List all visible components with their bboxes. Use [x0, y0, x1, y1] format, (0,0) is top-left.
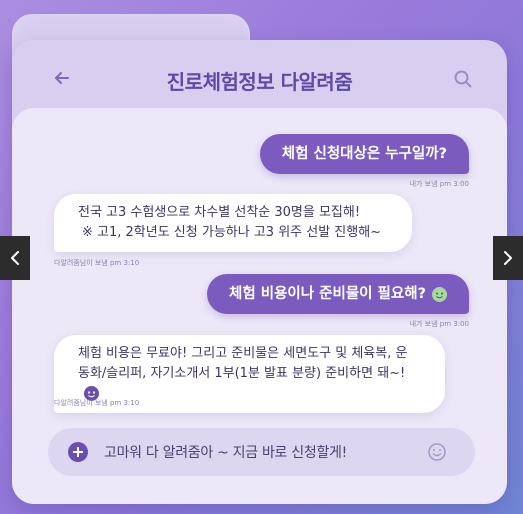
message-input[interactable]: 고마워 다 알려줌아 ~ 지금 바로 신청할게! [104, 442, 347, 462]
message-meta: 다알려줌님이 보냄 pm 3:10 [54, 259, 140, 267]
message-meta: 내가 보냄 pm 3:00 [409, 320, 469, 328]
page-title: 진로체험정보 다알려줌 [166, 70, 353, 94]
received-message-bubble: 전국 고3 수험생으로 차수별 선착순 30명을 모집해! ※ 고1, 2학년도… [54, 194, 412, 252]
plus-icon[interactable] [68, 442, 88, 462]
message-input-bar[interactable]: 고마워 다 알려줌아 ~ 지금 바로 신청할게! [48, 428, 475, 476]
chevron-right-icon [504, 251, 512, 265]
message-meta: 내가 보냄 pm 3:00 [409, 180, 469, 188]
search-icon[interactable] [453, 69, 473, 89]
message-line: 전국 고3 수험생으로 차수별 선착순 30명을 모집해! [78, 205, 361, 220]
message-line: 동화/슬리퍼, 자기소개서 1부(1분 발표 분량) 준비하면 돼~! [78, 366, 406, 381]
carousel-next-button[interactable] [493, 236, 523, 280]
carousel-prev-button[interactable] [0, 236, 30, 280]
green-face-emoji-icon [432, 286, 447, 302]
message-line: ※ 고1, 2학년도 신청 가능하나 고3 위주 선발 진행해~ [82, 225, 382, 240]
message-text: 체험 비용이나 준비물이 필요해? [229, 286, 426, 302]
chat-header: 진로체험정보 다알려줌 [12, 60, 507, 100]
sent-message-bubble: 체험 신청대상은 누구일까? [259, 134, 469, 174]
sent-message-bubble: 체험 비용이나 준비물이 필요해? [207, 274, 469, 314]
chevron-left-icon [11, 251, 19, 265]
smile-icon[interactable] [427, 442, 447, 462]
message-line: 체험 비용은 무료야! 그리고 준비물은 세면도구 및 체육복, 운 [78, 346, 408, 361]
message-meta: 다알려줌님이 보냄 pm 3:10 [54, 399, 140, 407]
message-text: 체험 신청대상은 누구일까? [281, 146, 447, 162]
